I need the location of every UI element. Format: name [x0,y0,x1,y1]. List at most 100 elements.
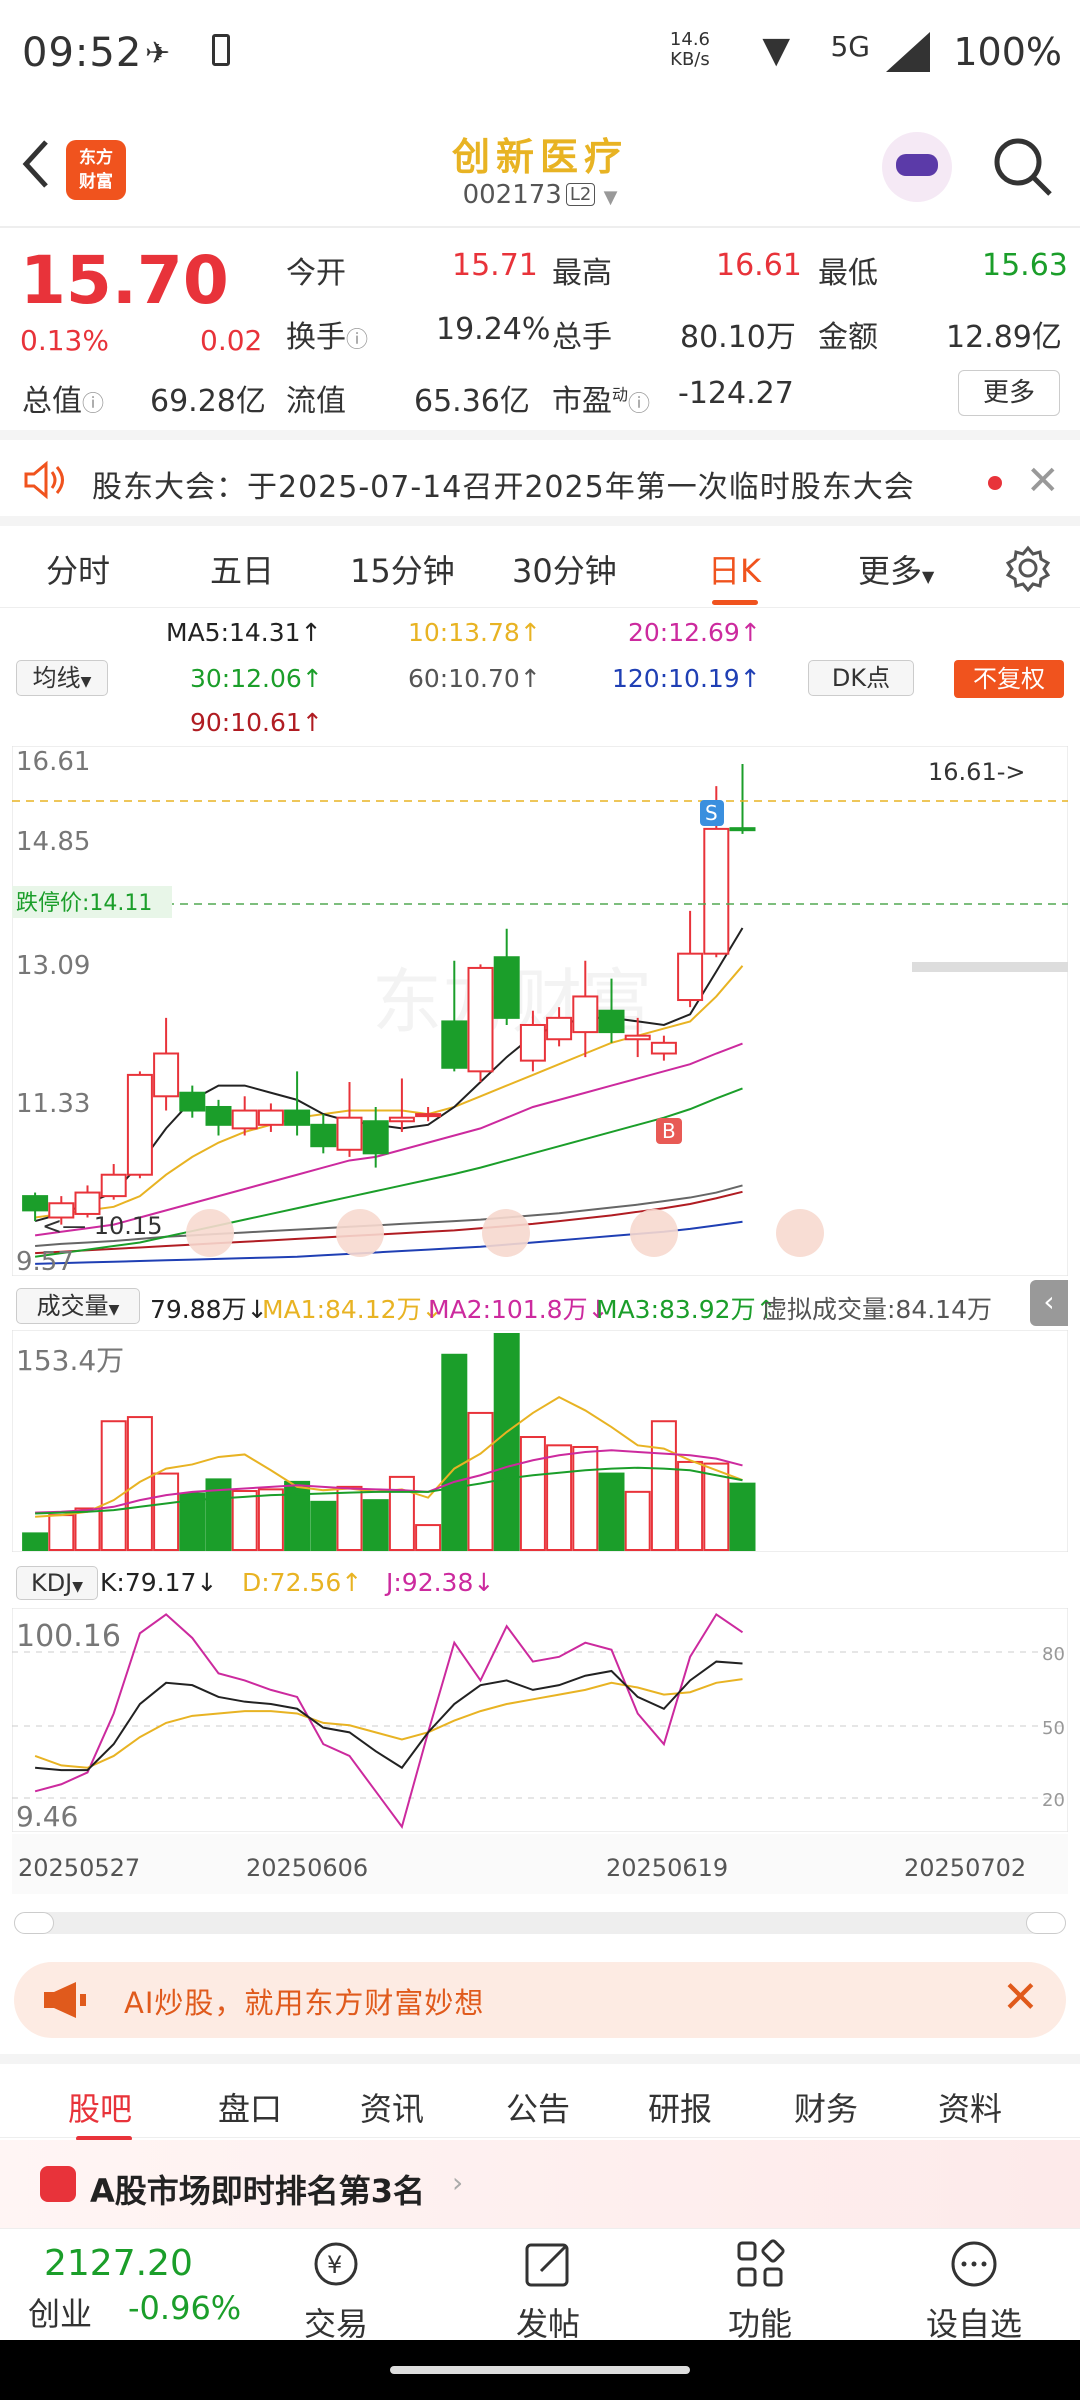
y-tick-bottom: 9.57 [16,1247,74,1276]
scroll-left-control[interactable] [482,1209,530,1257]
close-icon[interactable]: ✕ [1026,458,1060,504]
chevron-down-icon: ▼ [72,1579,84,1595]
total-mv-label[interactable]: 总值ⓘ [22,376,104,420]
turnover-label[interactable]: 换手ⓘ [286,312,368,356]
add-watchlist-button[interactable]: 设自选 [904,2237,1044,2345]
virtual-volume-value: 虚拟成交量:84.14万 [762,1295,992,1324]
date-axis: 20250527 20250606 20250619 20250702 [12,1834,1068,1894]
indicator-selector-kdj[interactable]: KDJ▼ [16,1566,98,1600]
market-rank-banner[interactable]: A股市场即时排名第3名 › [0,2140,1080,2228]
tab-pankou[interactable]: 盘口 [218,2084,282,2130]
wifi-icon: ▼ [762,30,790,71]
tab-announcements[interactable]: 公告 [506,2084,570,2130]
volume-bar [624,1490,651,1552]
low-marker: <— 10.15 [42,1212,162,1240]
scrollbar-right-handle[interactable] [1026,1912,1066,1934]
candle [310,1123,337,1148]
unread-dot [988,476,1002,490]
chevron-down-icon: ▼ [922,567,935,586]
network-type: 5G [830,30,870,63]
home-gesture-pill[interactable] [390,2366,690,2374]
candle [703,827,730,955]
kdj-ref-50: 50 [1042,1718,1065,1739]
tab-five-day[interactable]: 五日 [210,546,274,592]
candle [493,956,520,1019]
tab-15min[interactable]: 15分钟 [350,546,455,592]
low-label: 最低 [818,256,878,291]
tab-news[interactable]: 资讯 [360,2084,424,2130]
tab-finance[interactable]: 财务 [794,2084,858,2130]
volume-bar [598,1472,625,1551]
volume-value: 79.88万↓ [150,1295,268,1324]
candle [624,1034,651,1041]
scroll-right-control[interactable] [630,1209,678,1257]
ai-promo-bar[interactable]: AI炒股，就用东方财富妙想 ✕ [14,1962,1066,2038]
candle [650,1041,677,1055]
candle [257,1109,284,1126]
info-icon: ⓘ [82,392,105,417]
candle [284,1109,311,1126]
zoom-out-control[interactable] [186,1209,234,1257]
zoom-in-control[interactable] [336,1209,384,1257]
tab-guba[interactable]: 股吧 [68,2084,132,2130]
candle [22,1195,49,1212]
stock-header: 东方 财富 创新医疗 002173 L2 ▼ [0,110,1080,225]
candle [336,1116,363,1151]
kdj-chart[interactable]: 100.16 9.46 80 50 20 [12,1608,1068,1832]
search-icon[interactable] [990,134,1056,200]
active-tab-indicator [712,600,758,605]
high-value: 16.61 [716,248,802,283]
ai-robot-avatar[interactable] [882,132,952,202]
notice-bar[interactable]: 股东大会：于2025-07-14召开2025年第一次临时股东大会 ✕ [0,430,1080,526]
volume-label: 总手 [552,320,612,355]
tab-intraday[interactable]: 分时 [46,546,110,592]
current-price: 15.70 [20,242,229,319]
tab-profile[interactable]: 资料 [938,2084,1002,2130]
index-ticker[interactable]: 2127.20 创业 -0.96% [0,2229,250,2341]
volume-bar [153,1472,180,1551]
range-scrollbar[interactable] [14,1912,1066,1934]
index-value: 2127.20 [44,2243,193,2284]
volume-chart[interactable]: 153.4万 [12,1330,1068,1552]
chevron-down-icon: ▼ [108,1302,120,1318]
volume-bar [336,1485,363,1552]
close-icon[interactable]: ✕ [1002,1972,1039,2023]
pe-label[interactable]: 市盈动ⓘ [552,376,650,420]
post-button[interactable]: 发帖 [478,2237,618,2345]
tab-30min[interactable]: 30分钟 [512,546,617,592]
candle [441,1020,468,1069]
more-quote-button[interactable]: 更多 [958,370,1060,416]
vol-ma1-value: MA1:84.12万↓ [262,1295,443,1324]
change-amount: 0.02 [200,324,263,357]
tab-daily-k[interactable]: 日K [708,546,761,592]
ma120-value: 120:10.19↑ [612,664,761,693]
ma60-value: 60:10.70↑ [408,664,541,693]
adjustment-button[interactable]: 不复权 [954,660,1064,698]
tab-more[interactable]: 更多▼ [858,546,934,592]
high-label: 最高 [552,256,612,291]
vol-ma3-value: MA3:83.92万↑ [596,1295,777,1324]
chevron-down-icon: ▼ [603,187,618,208]
date-label-2: 20250606 [246,1854,369,1882]
battery-level: 100% [953,30,1062,74]
kdj-d-value: D:72.56↑ [242,1568,363,1597]
dk-point-button[interactable]: DK点 [808,660,914,696]
ma-selector-button[interactable]: 均线▼ [16,660,108,696]
index-percent: -0.96% [128,2289,242,2327]
scrollbar-left-handle[interactable] [14,1912,54,1934]
tab-research[interactable]: 研报 [648,2084,712,2130]
trade-button[interactable]: ¥ 交易 [266,2237,406,2345]
system-nav-bar [0,2340,1080,2400]
indicator-selector-volume[interactable]: 成交量▼ [16,1288,140,1324]
volume-bar [546,1444,573,1551]
collapse-panel-icon[interactable]: ‹ [1030,1280,1068,1326]
volume-bar [729,1482,756,1551]
candle [205,1105,232,1126]
fullscreen-control[interactable] [776,1209,824,1257]
kline-chart[interactable]: 东方财富 16.61 14.85 13.09 11.33 9.57 跌停价:14… [12,746,1068,1276]
kdj-k-value: K:79.17↓ [100,1568,218,1597]
notification-icon: ✈ [145,36,171,71]
functions-button[interactable]: 功能 [690,2237,830,2345]
megaphone-icon [44,1982,86,2018]
gear-icon[interactable] [1004,544,1052,592]
